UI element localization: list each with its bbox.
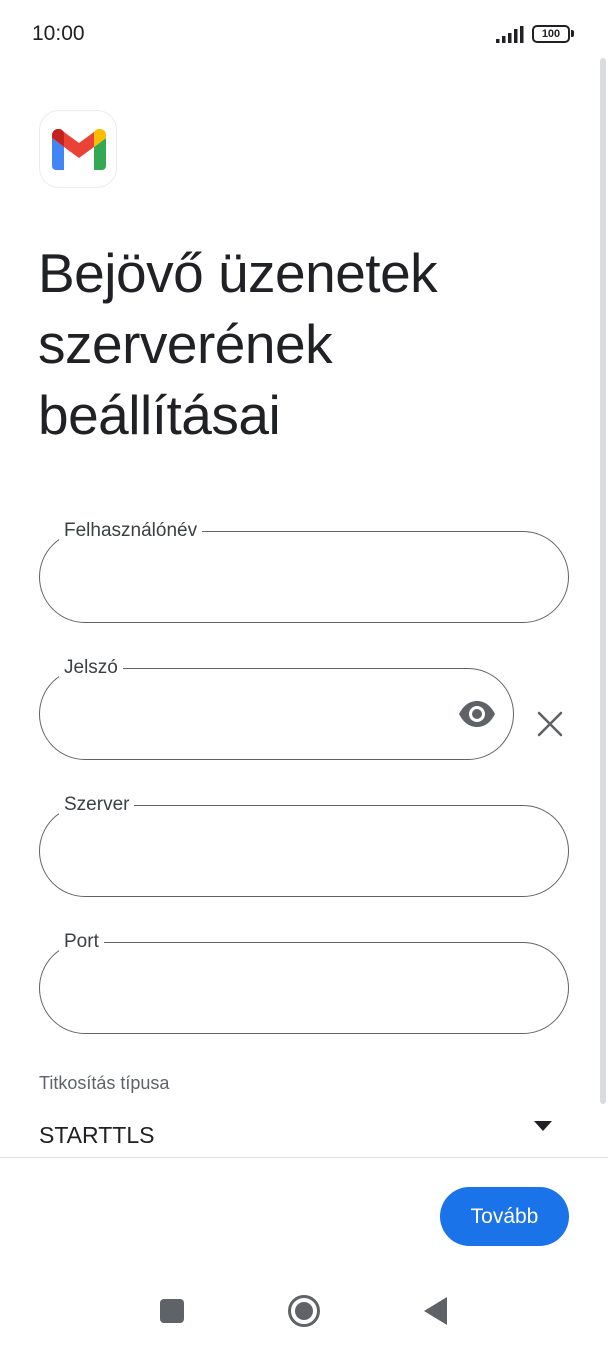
next-button[interactable]: Tovább bbox=[440, 1187, 569, 1246]
port-input[interactable] bbox=[65, 942, 489, 1034]
encryption-label: Titkosítás típusa bbox=[39, 1073, 170, 1093]
signal-icon bbox=[496, 26, 524, 43]
gmail-logo-icon bbox=[52, 129, 106, 170]
incoming-server-settings-screen: 10:00 100 Bejövő üzenetek szerverének be… bbox=[0, 0, 608, 1351]
eye-icon[interactable] bbox=[458, 700, 496, 728]
battery-icon: 100 bbox=[532, 25, 574, 43]
battery-level: 100 bbox=[532, 25, 570, 43]
encryption-select[interactable]: STARTTLS bbox=[39, 1110, 559, 1156]
password-field[interactable]: Jelszó bbox=[39, 655, 514, 760]
encryption-value: STARTTLS bbox=[39, 1122, 155, 1148]
port-field[interactable]: Port bbox=[39, 929, 569, 1034]
password-input[interactable] bbox=[65, 668, 445, 760]
dropdown-arrow-icon[interactable] bbox=[534, 1121, 552, 1131]
home-circle-icon[interactable] bbox=[287, 1294, 321, 1328]
bottom-divider bbox=[0, 1157, 608, 1158]
back-triangle-icon[interactable] bbox=[423, 1296, 447, 1326]
server-field[interactable]: Szerver bbox=[39, 792, 569, 897]
recents-square-icon[interactable] bbox=[160, 1299, 184, 1323]
scroll-indicator[interactable] bbox=[600, 58, 606, 1104]
page-title: Bejövő üzenetek szerverének beállításai bbox=[38, 242, 438, 446]
status-bar: 10:00 100 bbox=[0, 0, 608, 68]
app-logo bbox=[39, 110, 117, 188]
server-input[interactable] bbox=[65, 805, 489, 897]
battery-tip bbox=[571, 30, 574, 37]
status-time: 10:00 bbox=[32, 22, 85, 45]
username-field[interactable]: Felhasználónév bbox=[39, 518, 569, 623]
username-input[interactable] bbox=[65, 531, 489, 623]
close-icon[interactable] bbox=[535, 709, 565, 739]
